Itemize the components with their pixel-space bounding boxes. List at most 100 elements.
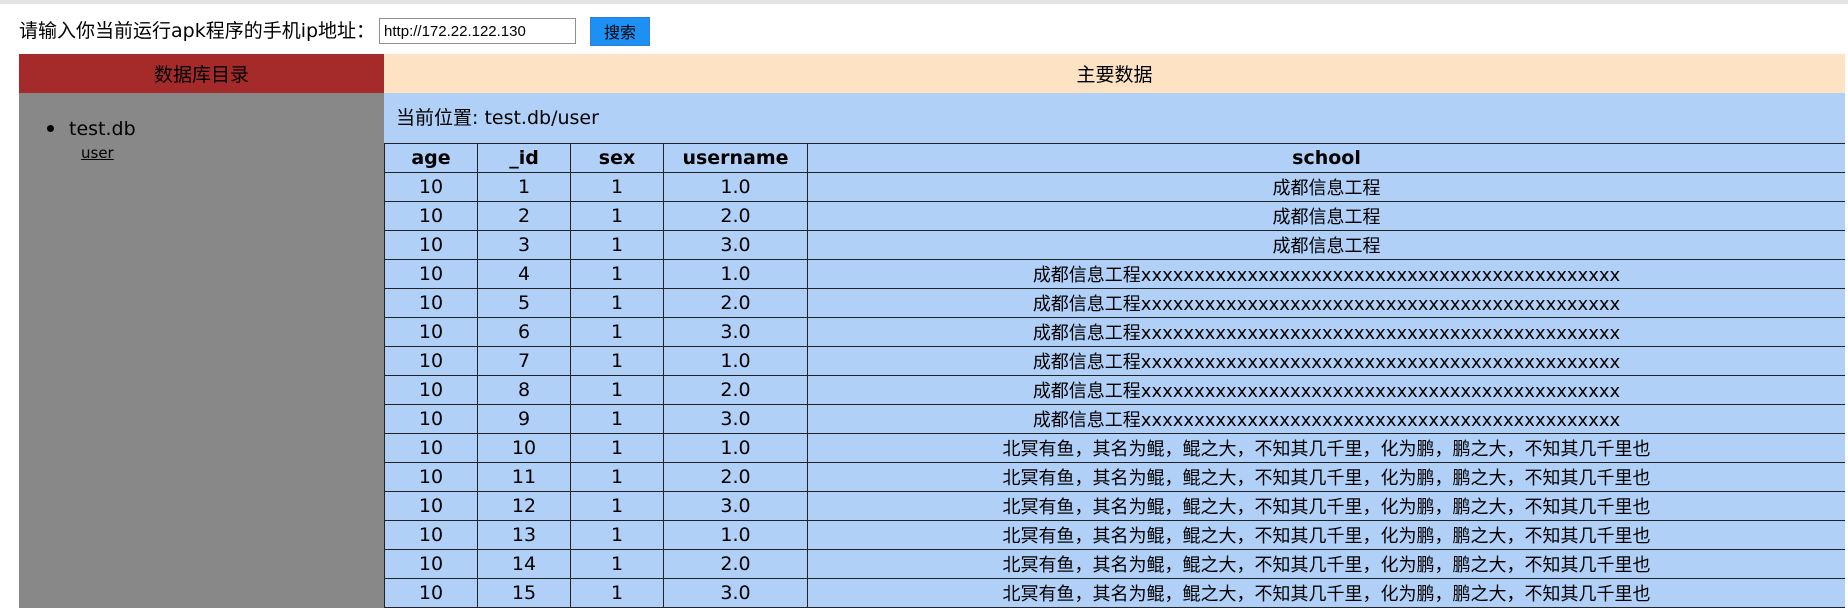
table-link-user[interactable]: user: [81, 143, 384, 163]
cell-school: 北冥有鱼，其名为鲲，鲲之大，不知其几千里，化为鹏，鹏之大，不知其几千里也: [807, 520, 1845, 550]
cell-age: 10: [384, 549, 478, 579]
current-location: 当前位置: test.db/user: [396, 107, 599, 129]
cell-sex: 1: [570, 172, 664, 202]
cell-age: 10: [384, 346, 478, 376]
cell-id: 1: [477, 172, 571, 202]
cell-age: 10: [384, 491, 478, 521]
database-sidebar: 数据库目录 test.db user: [19, 54, 384, 608]
table-row: 10 11 1 2.0 北冥有鱼，其名为鲲，鲲之大，不知其几千里，化为鹏，鹏之大，不知其…: [384, 462, 1845, 492]
cell-age: 10: [384, 201, 478, 231]
search-button[interactable]: 搜索: [590, 16, 651, 46]
main-data-panel: 主要数据 当前位置: test.db/user age _id sex user…: [384, 54, 1845, 608]
cell-sex: 1: [570, 578, 664, 608]
cell-username: 3.0: [663, 230, 808, 260]
cell-sex: 1: [570, 491, 664, 521]
table-row: 10 6 1 3.0 成都信息工程xxxxxxxxxxxxxxxxxxxxxxxxxxx…: [384, 317, 1845, 347]
database-name[interactable]: test.db: [69, 118, 136, 140]
cell-username: 3.0: [663, 578, 808, 608]
cell-sex: 1: [570, 259, 664, 289]
table-row: 10 13 1 1.0 北冥有鱼，其名为鲲，鲲之大，不知其几千里，化为鹏，鹏之大，不知其…: [384, 520, 1845, 550]
table-header-row: age _id sex username school: [384, 143, 1845, 173]
cell-username: 2.0: [663, 549, 808, 579]
bullet-icon: [47, 125, 54, 132]
cell-school: 成都信息工程xxxxxxxxxxxxxxxxxxxxxxxxxxxxxxxxxx…: [807, 288, 1845, 318]
cell-sex: 1: [570, 520, 664, 550]
cell-school: 成都信息工程xxxxxxxxxxxxxxxxxxxxxxxxxxxxxxxxxx…: [807, 346, 1845, 376]
cell-id: 12: [477, 491, 571, 521]
cell-id: 11: [477, 462, 571, 492]
column-header-school: school: [807, 143, 1845, 173]
table-row: 10 10 1 1.0 北冥有鱼，其名为鲲，鲲之大，不知其几千里，化为鹏，鹏之大，不知其…: [384, 433, 1845, 463]
cell-age: 10: [384, 375, 478, 405]
database-list: test.db user: [19, 93, 384, 163]
cell-username: 1.0: [663, 259, 808, 289]
cell-school: 成都信息工程: [807, 230, 1845, 260]
table-row: 10 12 1 3.0 北冥有鱼，其名为鲲，鲲之大，不知其几千里，化为鹏，鹏之大，不知其…: [384, 491, 1845, 521]
column-header-age: age: [384, 143, 478, 173]
main-title: 主要数据: [384, 54, 1845, 93]
table-body: 10 1 1 1.0 成都信息工程 10 2 1 2.0 成都信息工程 10 3 1 3.0 成都信息工程 1…: [384, 172, 1845, 608]
table-row: 10 15 1 3.0 北冥有鱼，其名为鲲，鲲之大，不知其几千里，化为鹏，鹏之大，不知其…: [384, 578, 1845, 608]
search-prompt: 请输入你当前运行apk程序的手机ip地址：: [19, 20, 376, 42]
cell-school: 北冥有鱼，其名为鲲，鲲之大，不知其几千里，化为鹏，鹏之大，不知其几千里也: [807, 578, 1845, 608]
column-header-username: username: [663, 143, 808, 173]
cell-sex: 1: [570, 433, 664, 463]
column-header-id: _id: [477, 143, 571, 173]
table-row: 10 5 1 2.0 成都信息工程xxxxxxxxxxxxxxxxxxxxxxxxxxx…: [384, 288, 1845, 318]
cell-id: 7: [477, 346, 571, 376]
cell-age: 10: [384, 172, 478, 202]
cell-sex: 1: [570, 288, 664, 318]
cell-school: 北冥有鱼，其名为鲲，鲲之大，不知其几千里，化为鹏，鹏之大，不知其几千里也: [807, 549, 1845, 579]
cell-school: 成都信息工程xxxxxxxxxxxxxxxxxxxxxxxxxxxxxxxxxx…: [807, 259, 1845, 289]
cell-school: 北冥有鱼，其名为鲲，鲲之大，不知其几千里，化为鹏，鹏之大，不知其几千里也: [807, 433, 1845, 463]
table-row: 10 1 1 1.0 成都信息工程: [384, 172, 1845, 202]
cell-sex: 1: [570, 462, 664, 492]
cell-username: 2.0: [663, 462, 808, 492]
cell-username: 2.0: [663, 288, 808, 318]
cell-username: 1.0: [663, 346, 808, 376]
data-table: age _id sex username school 10 1 1 1.0 成都信息工…: [384, 143, 1845, 608]
ip-address-input[interactable]: [379, 18, 577, 44]
cell-id: 2: [477, 201, 571, 231]
cell-username: 1.0: [663, 433, 808, 463]
cell-school: 成都信息工程xxxxxxxxxxxxxxxxxxxxxxxxxxxxxxxxxx…: [807, 404, 1845, 434]
cell-age: 10: [384, 404, 478, 434]
cell-age: 10: [384, 520, 478, 550]
cell-id: 14: [477, 549, 571, 579]
cell-username: 1.0: [663, 520, 808, 550]
cell-id: 15: [477, 578, 571, 608]
sidebar-title: 数据库目录: [19, 54, 384, 93]
cell-sex: 1: [570, 404, 664, 434]
cell-school: 成都信息工程xxxxxxxxxxxxxxxxxxxxxxxxxxxxxxxxxx…: [807, 375, 1845, 405]
cell-age: 10: [384, 230, 478, 260]
table-row: 10 3 1 3.0 成都信息工程: [384, 230, 1845, 260]
cell-username: 3.0: [663, 491, 808, 521]
cell-sex: 1: [570, 230, 664, 260]
cell-id: 8: [477, 375, 571, 405]
cell-school: 成都信息工程: [807, 172, 1845, 202]
cell-age: 10: [384, 578, 478, 608]
cell-sex: 1: [570, 375, 664, 405]
cell-age: 10: [384, 433, 478, 463]
cell-id: 5: [477, 288, 571, 318]
cell-username: 3.0: [663, 404, 808, 434]
cell-id: 10: [477, 433, 571, 463]
cell-id: 13: [477, 520, 571, 550]
database-item: test.db user: [47, 115, 384, 163]
table-row: 10 9 1 3.0 成都信息工程xxxxxxxxxxxxxxxxxxxxxxxxxxx…: [384, 404, 1845, 434]
table-row: 10 2 1 2.0 成都信息工程: [384, 201, 1845, 231]
cell-username: 1.0: [663, 172, 808, 202]
cell-id: 6: [477, 317, 571, 347]
cell-school: 北冥有鱼，其名为鲲，鲲之大，不知其几千里，化为鹏，鹏之大，不知其几千里也: [807, 491, 1845, 521]
cell-id: 4: [477, 259, 571, 289]
top-divider: [0, 0, 1848, 4]
table-row: 10 7 1 1.0 成都信息工程xxxxxxxxxxxxxxxxxxxxxxxxxxx…: [384, 346, 1845, 376]
cell-school: 成都信息工程: [807, 201, 1845, 231]
cell-age: 10: [384, 259, 478, 289]
cell-username: 3.0: [663, 317, 808, 347]
cell-sex: 1: [570, 549, 664, 579]
cell-sex: 1: [570, 201, 664, 231]
cell-username: 2.0: [663, 375, 808, 405]
table-row: 10 8 1 2.0 成都信息工程xxxxxxxxxxxxxxxxxxxxxxxxxxx…: [384, 375, 1845, 405]
column-header-sex: sex: [570, 143, 664, 173]
